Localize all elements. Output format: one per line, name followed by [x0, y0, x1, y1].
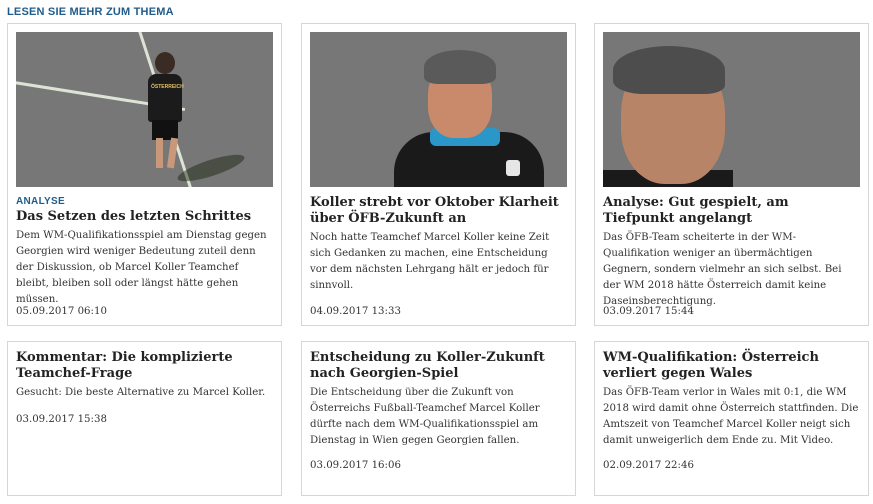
article-card[interactable]: Koller strebt vor Oktober Klarheit über … [301, 23, 576, 326]
article-image[interactable] [603, 32, 860, 187]
article-date: 03.09.2017 16:06 [310, 460, 401, 471]
article-card[interactable]: Entscheidung zu Koller-Zukunft nach Geor… [301, 341, 576, 496]
article-title[interactable]: Analyse: Gut gespielt, am Tiefpunkt ange… [603, 195, 860, 227]
article-teaser: Das ÖFB-Team scheiterte in der WM-Qualif… [603, 232, 842, 307]
article-kicker: ANALYSE [16, 196, 65, 207]
article-teaser: Die Entscheidung über die Zukunft von Ös… [310, 387, 540, 446]
section-title: LESEN SIE MEHR ZUM THEMA [7, 6, 174, 18]
article-card[interactable]: ÖSTERREICH ANALYSE Das Setzen des letzte… [7, 23, 282, 326]
article-image[interactable]: ÖSTERREICH [16, 32, 273, 187]
article-card[interactable]: Kommentar: Die komplizierte Teamchef-Fra… [7, 341, 282, 496]
article-title[interactable]: Das Setzen des letzten Schrittes [16, 209, 273, 225]
article-date: 03.09.2017 15:38 [16, 414, 107, 425]
article-card[interactable]: Analyse: Gut gespielt, am Tiefpunkt ange… [594, 23, 869, 326]
article-teaser: Noch hatte Teamchef Marcel Koller keine … [310, 232, 550, 291]
article-title[interactable]: Entscheidung zu Koller-Zukunft nach Geor… [310, 350, 567, 382]
article-date: 05.09.2017 06:10 [16, 306, 107, 317]
article-date: 02.09.2017 22:46 [603, 460, 694, 471]
jersey-text: ÖSTERREICH [151, 84, 184, 90]
article-card[interactable]: WM-Qualifikation: Österreich verliert ge… [594, 341, 869, 496]
article-date: 03.09.2017 15:44 [603, 306, 694, 317]
article-teaser: Dem WM-Qualifikationsspiel am Dienstag g… [16, 230, 267, 305]
article-teaser: Gesucht: Die beste Alternative zu Marcel… [16, 387, 266, 398]
article-image[interactable] [310, 32, 567, 187]
article-title[interactable]: Koller strebt vor Oktober Klarheit über … [310, 195, 567, 227]
article-title[interactable]: Kommentar: Die komplizierte Teamchef-Fra… [16, 350, 273, 382]
article-date: 04.09.2017 13:33 [310, 306, 401, 317]
article-teaser: Das ÖFB-Team verlor in Wales mit 0:1, di… [603, 387, 859, 446]
article-title[interactable]: WM-Qualifikation: Österreich verliert ge… [603, 350, 860, 382]
